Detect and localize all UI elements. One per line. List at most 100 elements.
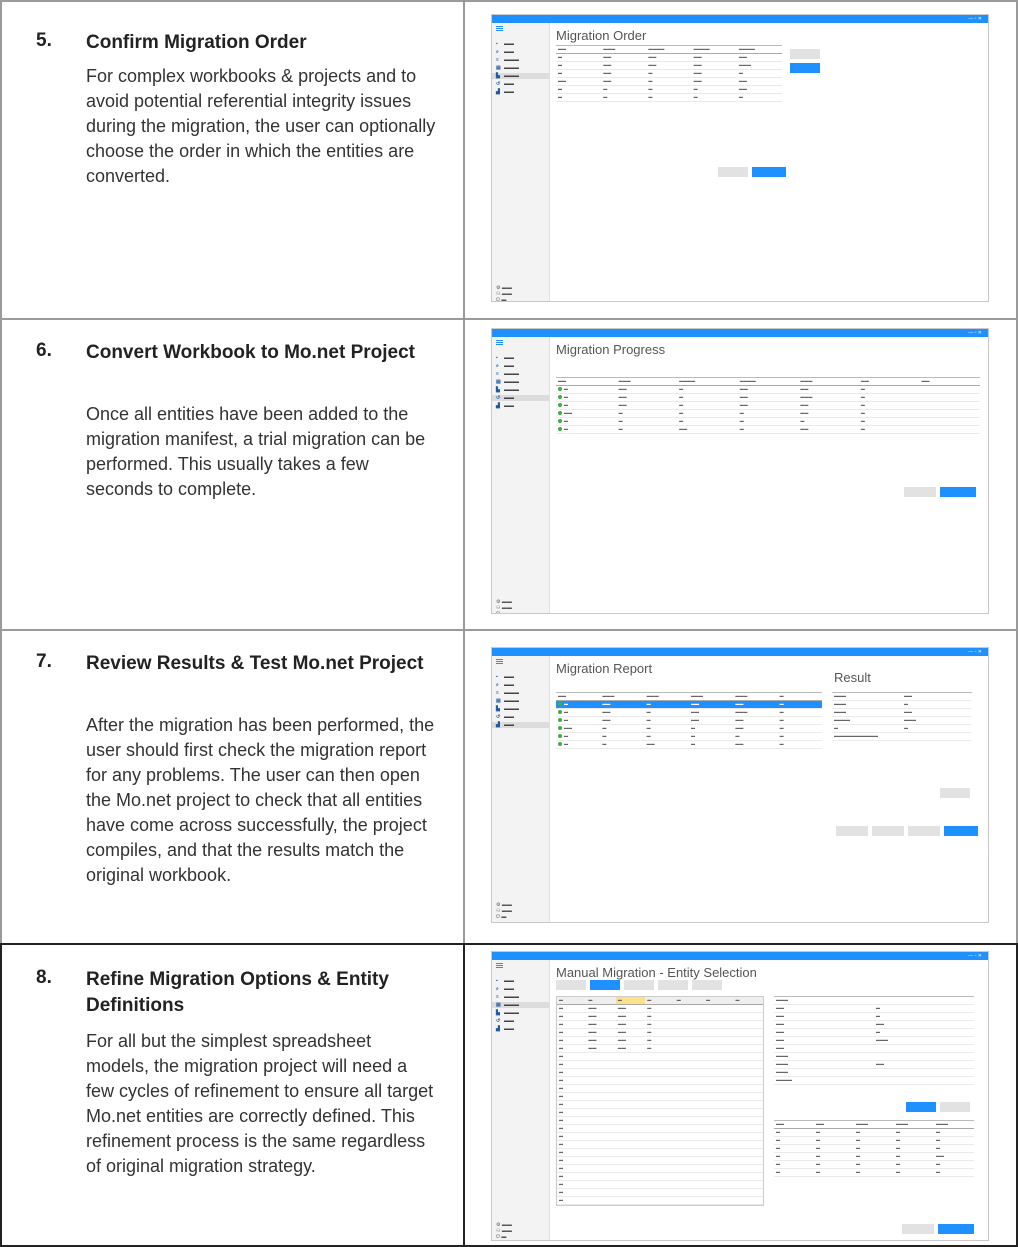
nav-item: ▪ ▬▬ (496, 355, 514, 361)
screenshot-migration-order: — ▫ ✕ ▪ ▬▬ ⌕ ▬▬ ≡ ▬▬▬ ▤ ▬▬▬ ▙ ▬▬▬ ↺ ▬▬ ▟ ▬▬ ⚙ ▬… (491, 14, 989, 302)
next-button[interactable] (940, 487, 976, 497)
screenshot-migration-report: — ▫ ✕ ▪ ▬▬ ⌕ ▬▬ ≡ ▬▬▬ ▤ ▬▬▬ ▙ ▬▬▬ ↺ ▬▬ ▟ ▬▬ ⚙ ▬… (491, 647, 989, 923)
nav-item-active: ▤ ▬▬▬ (492, 1002, 549, 1008)
nav-item: ⌕ ▬▬ (496, 986, 514, 992)
nav-item: ▪ ▬▬ (496, 41, 514, 47)
step-body: Once all entities have been added to the… (86, 404, 426, 499)
column-divider (463, 2, 465, 318)
screen-heading: Migration Progress (556, 342, 666, 357)
bottom-nav: ⚙ ▬▬ ⚇ ▬▬ ⏻ ▬ (496, 902, 512, 920)
nav-item: ⌕ ▬▬ (496, 49, 514, 55)
move-down-button[interactable] (790, 63, 820, 73)
screen-heading: Manual Migration - Entity Selection (556, 965, 757, 980)
step-row-5: 5. Confirm Migration Order For complex w… (0, 0, 1018, 320)
nav-item: ⌕ ▬▬ (496, 363, 514, 369)
screen-heading: Migration Report (556, 661, 653, 676)
nav-item: ▪ ▬▬ (496, 674, 514, 680)
menu-icon (496, 659, 503, 664)
screenshot-migration-progress: — ▫ ✕ ▪ ▬▬ ⌕ ▬▬ ≡ ▬▬▬ ▤ ▬▬▬ ▙ ▬▬▬ ↺ ▬▬ ▟ ▬▬ ⚙ ▬… (491, 328, 989, 614)
window-controls-icon: — ▫ ✕ (968, 649, 982, 655)
nav-item: ▤ ▬▬▬ (496, 65, 519, 71)
exit-button[interactable] (940, 788, 970, 798)
nav-item: ≡ ▬▬▬ (496, 994, 519, 1000)
step-number: 8. (36, 967, 52, 988)
nav-item: ▟ ▬▬ (496, 403, 514, 409)
next-button[interactable] (752, 167, 786, 177)
nav-item: ↺ ▬▬ (496, 714, 514, 720)
nav-item: ▤ ▬▬▬ (496, 379, 519, 385)
window-titlebar: — ▫ ✕ (492, 15, 988, 23)
step-text-8: 8. Refine Migration Options & Entity Def… (36, 967, 436, 1237)
step-title: Refine Migration Options & Entity Defini… (86, 969, 389, 1016)
next-button[interactable] (938, 1224, 974, 1234)
window-titlebar: — ▫ ✕ (492, 648, 988, 656)
window-controls-icon: — ▫ ✕ (968, 16, 982, 22)
toolbar-button[interactable] (624, 980, 654, 990)
nav-item: ▟ ▬▬ (496, 1026, 514, 1032)
toolbar-button[interactable] (658, 980, 688, 990)
step-number: 5. (36, 30, 52, 51)
toolbar-button-active[interactable] (590, 980, 620, 990)
nav-item: ▪ ▬▬ (496, 978, 514, 984)
nav-item: ≡ ▬▬▬ (496, 57, 519, 63)
bottom-nav: ⚙ ▬▬ ⚇ ▬▬ ⏻ ▬ (496, 285, 512, 302)
window-titlebar: — ▫ ✕ (492, 952, 988, 960)
back-button[interactable] (718, 167, 748, 177)
step-number: 7. (36, 651, 52, 672)
open-button[interactable] (872, 826, 904, 836)
back-button[interactable] (904, 487, 936, 497)
column-divider (463, 318, 465, 629)
nav-item: ↺ ▬▬ (496, 81, 514, 87)
nav-item: ▙ ▬▬▬ (496, 387, 519, 393)
nav-item-active: ▟ ▬▬ (492, 722, 549, 728)
toolbar-button[interactable] (692, 980, 722, 990)
steps-table: 5. Confirm Migration Order For complex w… (0, 0, 1018, 1247)
back-button[interactable] (902, 1224, 934, 1234)
delete-button[interactable] (940, 1102, 970, 1112)
step-title: Confirm Migration Order (86, 32, 307, 53)
column-divider (463, 945, 465, 1245)
nav-item-active: ▙ ▬▬▬ (492, 73, 549, 79)
step-text-5: 5. Confirm Migration Order For complex w… (36, 30, 436, 310)
screen-heading: Migration Order (556, 28, 647, 43)
step-text-7: 7. Review Results & Test Mo.net Project … (36, 651, 436, 941)
done-button[interactable] (944, 826, 978, 836)
nav-item: ▙ ▬▬▬ (496, 706, 519, 712)
menu-icon (496, 26, 503, 31)
step-row-7: 7. Review Results & Test Mo.net Project … (0, 629, 1018, 945)
add-button[interactable] (906, 1102, 936, 1112)
menu-icon (496, 340, 503, 345)
nav-item: ≡ ▬▬▬ (496, 690, 519, 696)
nav-item: ⌕ ▬▬ (496, 682, 514, 688)
menu-icon (496, 963, 503, 968)
back-button[interactable] (836, 826, 868, 836)
nav-item-active: ↺ ▬▬ (492, 395, 549, 401)
result-heading: Result (834, 670, 871, 685)
step-title: Convert Workbook to Mo.net Project (86, 342, 416, 363)
order-grid: ▬▬ ▬▬▬ ▬▬▬▬ ▬▬▬▬ ▬▬▬▬ ▬ ▬▬ ▬▬ ▬▬ ▬▬ ▬ ▬▬ ▬▬ ▬▬ ▬▬▬ ▬… (556, 45, 782, 102)
save-button[interactable] (908, 826, 940, 836)
nav-item: ↺ ▬▬ (496, 1018, 514, 1024)
step-text-6: 6. Convert Workbook to Mo.net Project On… (36, 340, 436, 610)
nav-item: ▟ ▬▬ (496, 89, 514, 95)
report-grid: ▬▬ ▬▬▬ ▬▬▬ ▬▬▬ ▬▬▬ ▬ ▬ ▬▬ ▬ ▬▬ ▬▬ ▬ ▬ ▬▬ ▬ ▬▬ ▬▬▬ ▬ ▬ ▬▬… (556, 692, 822, 749)
step-body: After the migration has been performed, … (86, 715, 435, 885)
move-up-button[interactable] (790, 49, 820, 59)
window-controls-icon: — ▫ ✕ (968, 330, 982, 336)
nav-item: ≡ ▬▬▬ (496, 371, 519, 377)
toolbar-button[interactable] (556, 980, 586, 990)
step-body: For complex workbooks & projects and to … (86, 66, 436, 186)
step-body: For all but the simplest spreadsheet mod… (86, 1031, 434, 1176)
app-sidebar: ▪ ▬▬ ⌕ ▬▬ ≡ ▬▬▬ ▤ ▬▬▬ ▙ ▬▬▬ ↺ ▬▬ ▟ ▬▬ ⚙ ▬▬ ⚇ ▬▬ ⏻… (492, 23, 550, 301)
nav-item: ▤ ▬▬▬ (496, 698, 519, 704)
step-number: 6. (36, 340, 52, 361)
window-titlebar: — ▫ ✕ (492, 329, 988, 337)
spreadsheet-grid[interactable]: ▬ ▬ ▬ ▬ ▬ ▬ ▬ ▬ ▬▬ ▬▬ ▬ ▬ ▬▬ ▬▬ ▬ ▬ ▬▬ ▬▬ ▬ ▬ ▬▬ ▬▬ ▬ ▬ ▬▬ ▬… (556, 996, 764, 1206)
entity-definitions-grid: ▬▬ ▬▬ ▬▬▬ ▬▬▬ ▬▬▬ ▬ ▬ ▬ ▬ ▬ ▬ ▬ ▬ ▬ ▬ ▬ ▬ ▬ ▬ ▬ ▬ ▬ ▬ ▬ ▬▬ ▬… (774, 1120, 974, 1177)
screenshot-manual-migration: — ▫ ✕ ▪ ▬▬ ⌕ ▬▬ ≡ ▬▬▬ ▤ ▬▬▬ ▙ ▬▬▬ ↺ ▬▬ ▟ ▬▬ ⚙ ▬… (491, 951, 989, 1241)
app-sidebar: ▪ ▬▬ ⌕ ▬▬ ≡ ▬▬▬ ▤ ▬▬▬ ▙ ▬▬▬ ↺ ▬▬ ▟ ▬▬ ⚙ ▬▬ ⚇ ▬▬ ⏻… (492, 337, 550, 613)
step-row-8: 8. Refine Migration Options & Entity Def… (0, 943, 1018, 1247)
app-sidebar: ▪ ▬▬ ⌕ ▬▬ ≡ ▬▬▬ ▤ ▬▬▬ ▙ ▬▬▬ ↺ ▬▬ ▟ ▬▬ ⚙ ▬▬ ⚇ ▬▬ ⏻… (492, 960, 550, 1240)
app-sidebar: ▪ ▬▬ ⌕ ▬▬ ≡ ▬▬▬ ▤ ▬▬▬ ▙ ▬▬▬ ↺ ▬▬ ▟ ▬▬ ⚙ ▬▬ ⚇ ▬▬ ⏻… (492, 656, 550, 922)
bottom-nav: ⚙ ▬▬ ⚇ ▬▬ ⏻ ▬ (496, 599, 512, 614)
